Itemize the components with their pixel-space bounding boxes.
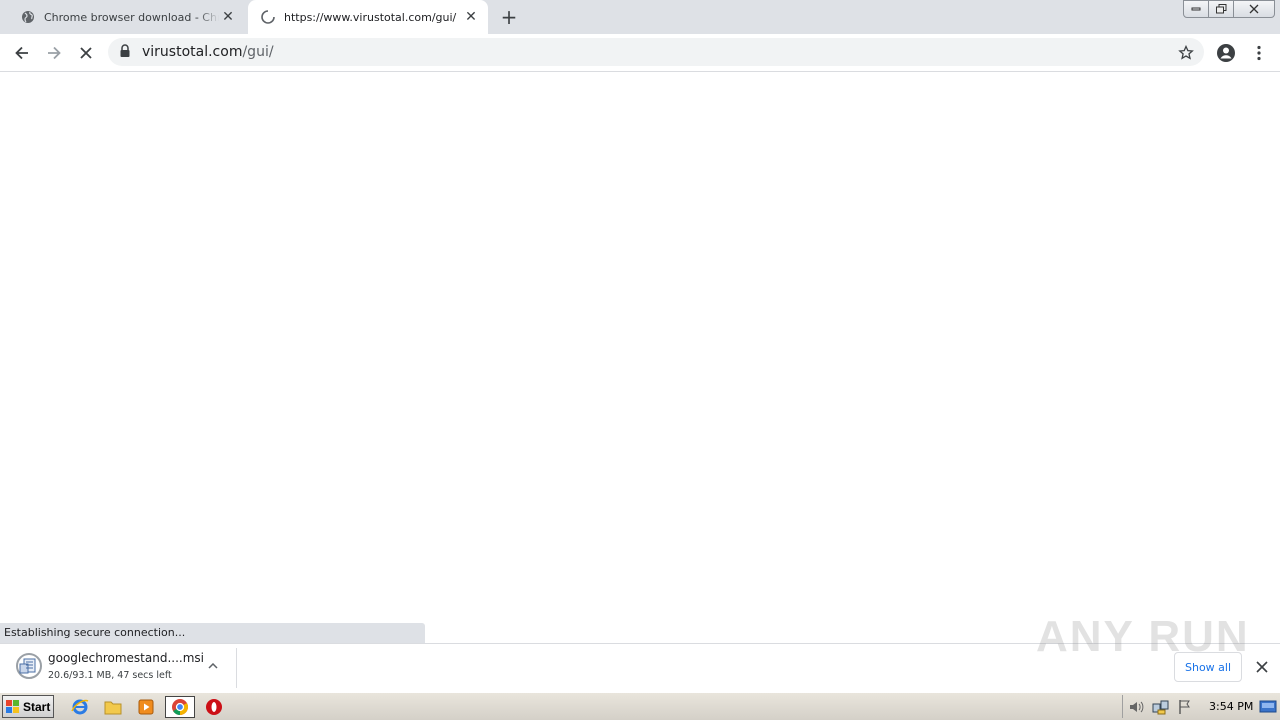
- file-explorer-icon[interactable]: [101, 696, 125, 718]
- forward-arrow-icon[interactable]: [42, 41, 66, 65]
- internet-explorer-icon[interactable]: [68, 696, 92, 718]
- globe-icon: [20, 9, 36, 25]
- network-icon[interactable]: [1152, 699, 1170, 715]
- system-tray: [1122, 695, 1280, 718]
- bookmark-star-icon[interactable]: [1174, 41, 1198, 65]
- show-desktop-icon[interactable]: [1259, 700, 1277, 714]
- tab-chrome-download[interactable]: Chrome browser download - Chrome Enterpr…: [8, 0, 248, 34]
- close-shelf-icon[interactable]: [1252, 657, 1272, 677]
- tab-title: Chrome browser download - Chrome Enterpr…: [44, 10, 219, 24]
- profile-avatar-icon[interactable]: [1214, 41, 1238, 65]
- chrome-taskbar-icon[interactable]: [165, 696, 195, 718]
- download-filename[interactable]: googlechromestand....msi: [48, 651, 204, 665]
- loading-spinner-icon: [260, 9, 276, 25]
- url-path: /gui/: [242, 44, 274, 60]
- volume-icon[interactable]: [1128, 699, 1144, 715]
- window-restore-button[interactable]: [1208, 0, 1234, 18]
- chevron-up-icon[interactable]: [204, 657, 222, 675]
- stop-loading-icon[interactable]: [74, 41, 98, 65]
- tab-close-icon[interactable]: ✕: [219, 8, 237, 26]
- installer-file-icon[interactable]: [15, 652, 43, 680]
- windows-logo-icon: [6, 699, 20, 714]
- download-progress-text: 20.6/93.1 MB, 47 secs left: [48, 670, 172, 681]
- start-button[interactable]: Start: [2, 695, 54, 718]
- new-tab-plus-icon[interactable]: +: [498, 7, 520, 29]
- page-content: [0, 73, 1280, 623]
- opera-icon[interactable]: [202, 696, 226, 718]
- url-host: virustotal.com: [142, 44, 243, 60]
- start-label: Start: [23, 699, 51, 714]
- action-center-flag-icon[interactable]: [1177, 699, 1193, 715]
- status-bubble: Establishing secure connection...: [0, 623, 425, 643]
- download-divider: [236, 648, 237, 688]
- lock-icon[interactable]: [119, 44, 133, 60]
- tab-virustotal[interactable]: https://www.virustotal.com/gui/ ✕: [248, 0, 488, 34]
- show-all-downloads-button[interactable]: Show all: [1174, 652, 1242, 682]
- address-url[interactable]: virustotal.com/gui/: [142, 43, 274, 61]
- tab-close-icon[interactable]: ✕: [462, 8, 480, 26]
- media-player-icon[interactable]: [134, 696, 158, 718]
- kebab-menu-icon[interactable]: [1247, 41, 1271, 65]
- window-close-button[interactable]: [1233, 0, 1275, 18]
- window-minimize-button[interactable]: [1183, 0, 1209, 18]
- tab-title: https://www.virustotal.com/gui/: [284, 10, 457, 24]
- back-arrow-icon[interactable]: [10, 41, 34, 65]
- taskbar-clock[interactable]: 3:54 PM: [1209, 700, 1253, 713]
